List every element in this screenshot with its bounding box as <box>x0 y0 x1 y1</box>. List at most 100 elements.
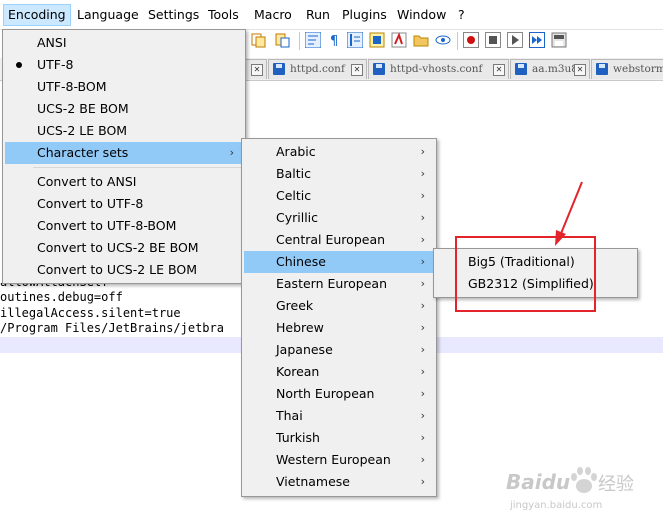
folder-icon[interactable] <box>413 32 429 48</box>
menu-item-convert-ucs2-be-bom[interactable]: Convert to UCS-2 BE BOM <box>5 237 243 259</box>
charset-baltic[interactable]: Baltic › <box>244 163 434 185</box>
tab-httpd-conf[interactable]: httpd.conf ✕ <box>268 59 367 79</box>
charset-hebrew[interactable]: Hebrew › <box>244 317 434 339</box>
chevron-right-icon: › <box>420 409 425 422</box>
pilcrow-icon[interactable]: ¶ <box>327 32 343 49</box>
charset-greek[interactable]: Greek › <box>244 295 434 317</box>
chevron-right-icon: › <box>420 189 425 202</box>
watermark-cn: 经验 <box>598 474 634 495</box>
chevron-right-icon: › <box>420 299 425 312</box>
charset-cyrillic[interactable]: Cyrillic › <box>244 207 434 229</box>
tab-partial[interactable]: ✕ <box>243 59 267 79</box>
menu-item-utf8[interactable]: UTF-8 <box>5 54 243 76</box>
charset-central-european[interactable]: Central European › <box>244 229 434 251</box>
save-icon <box>596 63 608 75</box>
menu-tools[interactable]: Tools <box>204 4 243 26</box>
menu-run[interactable]: Run <box>302 4 334 26</box>
tab-httpd-vhosts-conf[interactable]: httpd-vhosts.conf ✕ <box>368 59 509 79</box>
character-sets-submenu: Arabic › Baltic › Celtic › Cyrillic › Centra… <box>241 138 437 497</box>
menu-window[interactable]: Window <box>393 4 450 26</box>
menubar: Encoding Language Settings Tools Macro R… <box>0 0 663 30</box>
chevron-right-icon: › <box>420 387 425 400</box>
play-icon[interactable] <box>507 32 523 48</box>
doc-map-icon[interactable] <box>369 32 385 48</box>
indent-guide-icon[interactable] <box>346 31 364 49</box>
chevron-right-icon: › <box>420 321 425 334</box>
close-icon[interactable]: ✕ <box>493 64 505 76</box>
chevron-right-icon: › <box>420 145 425 158</box>
annotation-arrow-icon <box>555 181 583 246</box>
charset-western-european[interactable]: Western European › <box>244 449 434 471</box>
menu-item-convert-ucs2-le-bom[interactable]: Convert to UCS-2 LE BOM <box>5 259 243 281</box>
close-icon[interactable]: ✕ <box>574 64 586 76</box>
fast-forward-icon[interactable] <box>529 32 545 48</box>
chevron-right-icon: › <box>420 233 425 246</box>
menu-help[interactable]: ? <box>454 4 469 26</box>
chevron-right-icon: › <box>420 167 425 180</box>
watermark-brand: Baidu <box>506 470 571 494</box>
tab-label: httpd-vhosts.conf <box>390 63 483 75</box>
chevron-right-icon: › <box>420 431 425 444</box>
code-line: illegalAccess.silent=true <box>0 306 181 320</box>
menu-item-ucs2-be-bom[interactable]: UCS-2 BE BOM <box>5 98 243 120</box>
menu-settings[interactable]: Settings <box>144 4 203 26</box>
menu-item-ucs2-le-bom[interactable]: UCS-2 LE BOM <box>5 120 243 142</box>
copy-icon[interactable] <box>251 32 267 48</box>
selected-bullet-icon <box>16 62 22 68</box>
menu-item-ansi[interactable]: ANSI <box>5 32 243 54</box>
charset-turkish[interactable]: Turkish › <box>244 427 434 449</box>
stop-icon[interactable] <box>485 32 501 48</box>
code-line: outines.debug=off <box>0 290 123 304</box>
menu-item-utf8-bom[interactable]: UTF-8-BOM <box>5 76 243 98</box>
menu-plugins[interactable]: Plugins <box>338 4 391 26</box>
charset-thai[interactable]: Thai › <box>244 405 434 427</box>
function-list-icon[interactable] <box>391 32 407 48</box>
save-macro-icon[interactable] <box>551 32 567 48</box>
monitor-icon[interactable] <box>435 32 451 48</box>
encoding-menu: ANSI UTF-8 UTF-8-BOM UCS-2 BE BOM UCS-2 … <box>2 29 246 284</box>
tab-label: aa.m3u8 <box>532 63 578 75</box>
charset-chinese[interactable]: Chinese › <box>244 251 434 273</box>
tab-label: webstorm <box>613 63 663 75</box>
close-icon[interactable]: ✕ <box>251 64 263 76</box>
chevron-right-icon: › <box>420 211 425 224</box>
menu-item-convert-ansi[interactable]: Convert to ANSI <box>5 171 243 193</box>
tab-label: httpd.conf <box>290 63 345 75</box>
charset-eastern-european[interactable]: Eastern European › <box>244 273 434 295</box>
charset-vietnamese[interactable]: Vietnamese › <box>244 471 434 493</box>
chevron-right-icon: › <box>420 453 425 466</box>
svg-text:¶: ¶ <box>330 34 338 48</box>
paw-icon <box>571 467 597 493</box>
charset-japanese[interactable]: Japanese › <box>244 339 434 361</box>
save-icon <box>515 63 527 75</box>
chevron-right-icon: › <box>420 475 425 488</box>
close-icon[interactable]: ✕ <box>351 64 363 76</box>
menu-item-convert-utf8-bom[interactable]: Convert to UTF-8-BOM <box>5 215 243 237</box>
charset-north-european[interactable]: North European › <box>244 383 434 405</box>
menu-separator <box>33 167 241 168</box>
tab-webstorm[interactable]: webstorm <box>591 59 663 79</box>
baidu-watermark: Baidu 经验 jingyan.baidu.com <box>506 464 656 516</box>
chevron-right-icon: › <box>420 343 425 356</box>
code-line: /Program Files/JetBrains/jetbra <box>0 321 224 335</box>
save-icon <box>373 63 385 75</box>
charset-korean[interactable]: Korean › <box>244 361 434 383</box>
chevron-right-icon: › <box>420 365 425 378</box>
chevron-right-icon: › <box>420 277 425 290</box>
menu-macro[interactable]: Macro <box>250 4 296 26</box>
menu-item-convert-utf8[interactable]: Convert to UTF-8 <box>5 193 243 215</box>
charset-arabic[interactable]: Arabic › <box>244 141 434 163</box>
menu-encoding[interactable]: Encoding <box>3 4 71 26</box>
save-icon <box>273 63 285 75</box>
tab-aa-m3u8[interactable]: aa.m3u8 ✕ <box>510 59 590 79</box>
chevron-right-icon: › <box>229 146 234 159</box>
charset-celtic[interactable]: Celtic › <box>244 185 434 207</box>
toolbar: ¶ <box>243 30 663 52</box>
menu-language[interactable]: Language <box>73 4 143 26</box>
paste-icon[interactable] <box>275 32 291 48</box>
record-icon[interactable] <box>463 32 479 48</box>
watermark-url: jingyan.baidu.com <box>510 500 603 511</box>
wrap-icon[interactable] <box>304 31 322 49</box>
chevron-right-icon: › <box>420 255 425 268</box>
menu-item-character-sets[interactable]: Character sets › <box>5 142 243 164</box>
